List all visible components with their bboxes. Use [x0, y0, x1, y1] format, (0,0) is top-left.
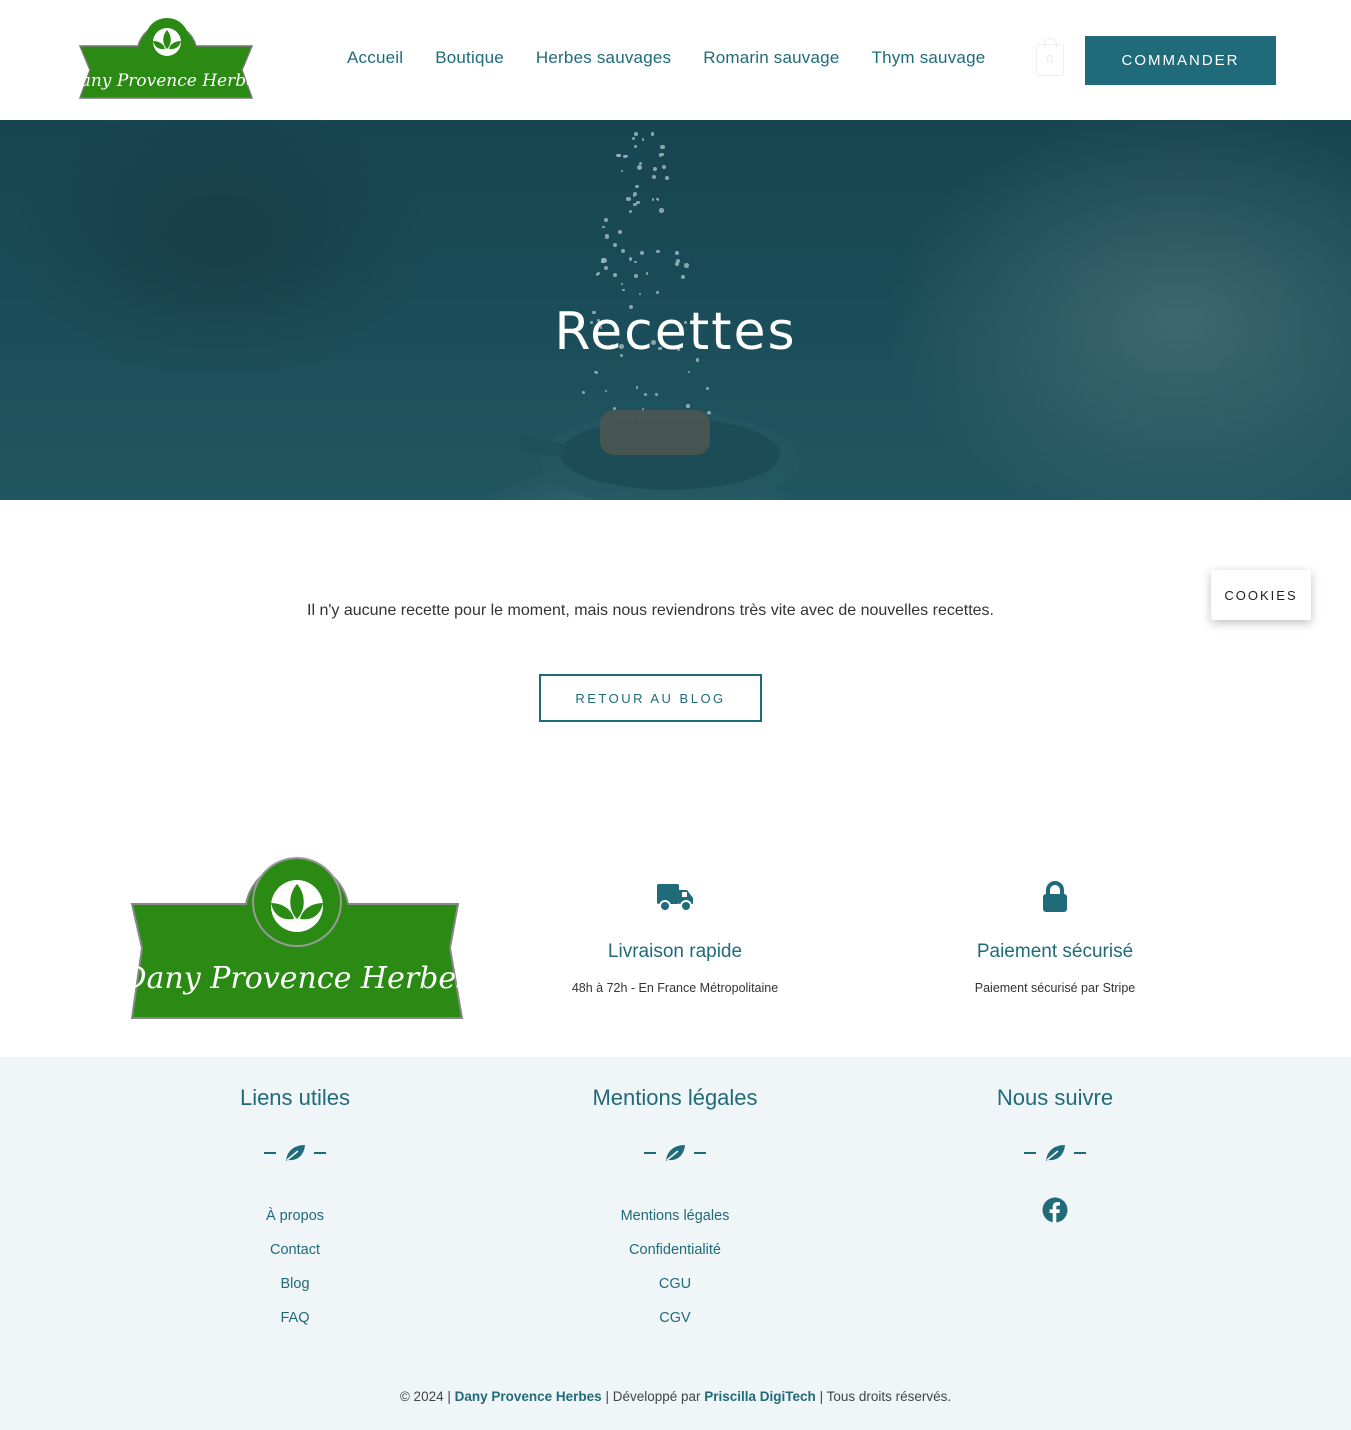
footer-link-faq[interactable]: FAQ	[105, 1301, 485, 1335]
footer-logo-text: Dany Provence Herbes	[128, 961, 466, 996]
cookies-button[interactable]: COOKIES	[1211, 570, 1311, 620]
commander-button[interactable]: COMMANDER	[1085, 36, 1276, 85]
footer-link-blog[interactable]: Blog	[105, 1267, 485, 1301]
hero-banner: Recettes	[0, 120, 1351, 500]
leaf-icon	[286, 1145, 305, 1161]
facebook-icon[interactable]	[1042, 1197, 1068, 1223]
cart-icon[interactable]: 0	[1036, 38, 1064, 76]
copyright-middle: | Développé par	[601, 1389, 705, 1404]
site-header: Dany Provence Herbes Accueil Boutique He…	[0, 0, 1351, 120]
footer-col-social: Nous suivre	[865, 1085, 1245, 1228]
feature-livraison: Livraison rapide 48h à 72h - En France M…	[485, 880, 865, 995]
copyright-dev-link[interactable]: Priscilla DigiTech	[704, 1389, 816, 1404]
nav-boutique[interactable]: Boutique	[419, 44, 520, 72]
footer-link-a-propos[interactable]: À propos	[105, 1199, 485, 1233]
back-to-blog-button[interactable]: RETOUR AU BLOG	[539, 674, 762, 722]
footer-link-confidentialite[interactable]: Confidentialité	[485, 1233, 865, 1267]
leaf-icon	[666, 1145, 685, 1161]
leaf-divider	[865, 1141, 1245, 1165]
leaf-divider	[485, 1141, 865, 1165]
empty-message: Il n'y aucune recette pour le moment, ma…	[307, 602, 994, 619]
copyright: © 2024 | Dany Provence Herbes | Développ…	[0, 1389, 1351, 1404]
nav-herbes-sauvages[interactable]: Herbes sauvages	[520, 44, 687, 72]
truck-icon	[657, 884, 693, 912]
footer-brand-logo: Dany Provence Herbes	[128, 857, 466, 1019]
leaf-icon	[1046, 1145, 1065, 1161]
copyright-brand-link[interactable]: Dany Provence Herbes	[455, 1389, 602, 1404]
footer-col-liens: Liens utiles À propos Contact Blog FAQ	[105, 1085, 485, 1335]
nav-accueil[interactable]: Accueil	[331, 44, 419, 72]
cart-count: 0	[1046, 52, 1054, 66]
nav-romarin-sauvage[interactable]: Romarin sauvage	[687, 44, 855, 72]
nav-thym-sauvage[interactable]: Thym sauvage	[855, 44, 1001, 72]
footer-link-mentions-legales[interactable]: Mentions légales	[485, 1199, 865, 1233]
copyright-prefix: © 2024 |	[399, 1389, 455, 1404]
feature-text: 48h à 72h - En France Métropolitaine	[571, 981, 779, 995]
feature-title: Paiement sécurisé	[976, 941, 1134, 962]
logo-text: Dany Provence Herbes	[76, 71, 256, 91]
footer-link-contact[interactable]: Contact	[105, 1233, 485, 1267]
copyright-suffix: | Tous droits réservés.	[815, 1389, 952, 1404]
site-footer: Liens utiles À propos Contact Blog FAQ M…	[0, 1057, 1351, 1430]
footer-col-mentions: Mentions légales Mentions légales Confid…	[485, 1085, 865, 1335]
footer-link-cgv[interactable]: CGV	[485, 1301, 865, 1335]
footer-heading: Nous suivre	[996, 1085, 1114, 1110]
page-title: Recettes	[554, 302, 797, 362]
lock-icon	[1043, 881, 1067, 912]
feature-paiement: Paiement sécurisé Paiement sécurisé par …	[865, 880, 1245, 995]
main-nav: Accueil Boutique Herbes sauvages Romarin…	[331, 44, 1001, 72]
feature-title: Livraison rapide	[607, 941, 743, 962]
footer-heading: Mentions légales	[592, 1085, 758, 1110]
leaf-divider	[105, 1141, 485, 1165]
feature-text: Paiement sécurisé par Stripe	[974, 981, 1136, 995]
footer-link-cgu[interactable]: CGU	[485, 1267, 865, 1301]
brand-logo[interactable]: Dany Provence Herbes	[76, 16, 256, 102]
footer-heading: Liens utiles	[239, 1085, 351, 1110]
